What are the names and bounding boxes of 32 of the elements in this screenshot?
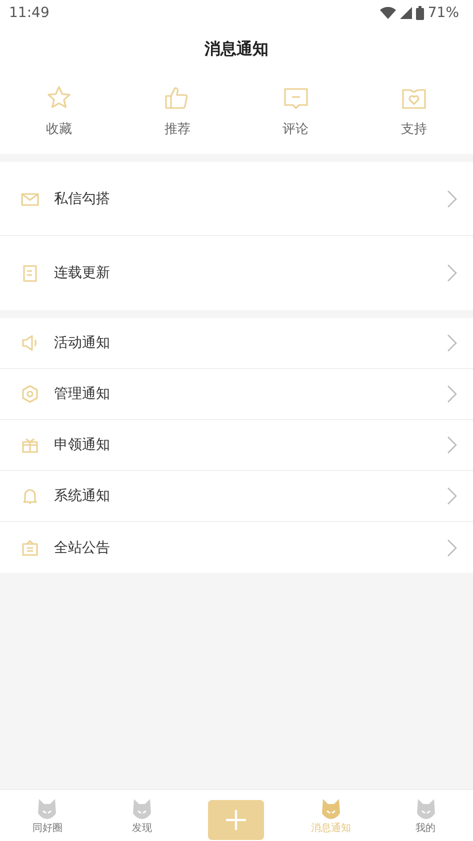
chevron-right-icon xyxy=(447,487,457,505)
menu-row[interactable]: 申领通知 xyxy=(0,420,473,471)
quick-action[interactable]: 评论 xyxy=(236,84,355,138)
nav-tab[interactable]: 同好圈 xyxy=(0,796,95,835)
notice-board-icon xyxy=(20,538,40,558)
chevron-right-icon xyxy=(447,334,457,352)
menu-row[interactable]: 全站公告 xyxy=(0,522,473,573)
chevron-right-icon xyxy=(447,264,457,282)
page-title: 消息通知 xyxy=(204,38,270,60)
quick-action[interactable]: 收藏 xyxy=(0,84,118,138)
add-button[interactable] xyxy=(208,800,264,840)
chevron-right-icon xyxy=(447,190,457,208)
chevron-right-icon xyxy=(447,436,457,454)
plus-icon xyxy=(225,808,248,830)
hexagon-icon xyxy=(20,384,40,404)
chevron-right-icon xyxy=(447,385,457,403)
menu-row[interactable]: 私信勾搭 xyxy=(0,162,473,236)
wifi-icon xyxy=(380,7,396,19)
menu-row[interactable]: 连载更新 xyxy=(0,236,473,310)
menu-row[interactable]: 管理通知 xyxy=(0,369,473,420)
status-time: 11:49 xyxy=(9,5,50,21)
battery-percent: 71% xyxy=(428,5,459,21)
quick-action[interactable]: 支持 xyxy=(354,84,473,138)
menu-row[interactable]: 系统通知 xyxy=(0,471,473,522)
quick-action[interactable]: 推荐 xyxy=(118,84,236,138)
signal-icon xyxy=(400,7,412,19)
menu-row[interactable]: 活动通知 xyxy=(0,318,473,369)
document-icon xyxy=(20,263,40,283)
nav-tab[interactable]: 发现 xyxy=(94,796,190,835)
nav-tab[interactable]: 我的 xyxy=(378,796,473,835)
battery-icon xyxy=(416,6,424,20)
chevron-right-icon xyxy=(447,538,457,556)
